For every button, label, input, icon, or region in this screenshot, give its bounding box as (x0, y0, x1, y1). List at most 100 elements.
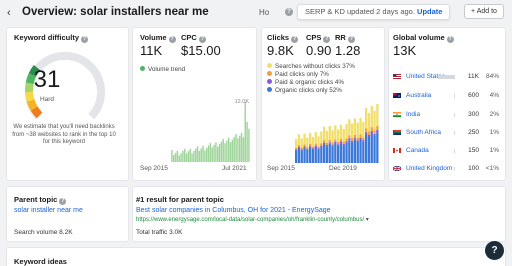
volume-trend-bar (217, 146, 219, 162)
clicks-stacked-bar (328, 142, 331, 144)
help-icon[interactable]: ? (198, 36, 206, 43)
clicks-stacked-bar (373, 135, 376, 163)
help-chat-button[interactable]: ? (485, 241, 504, 260)
country-name[interactable]: South Africa (406, 127, 441, 138)
clicks-stacked-bar (317, 148, 320, 150)
top-result-link[interactable]: Best solar companies in Columbus, OH for… (136, 207, 331, 214)
add-to-button[interactable]: + Add to (464, 4, 504, 19)
top-result-url[interactable]: https://www.energysage.com/local-data/so… (136, 216, 369, 223)
volume-trend-bar (202, 145, 204, 162)
au-flag-icon (393, 93, 401, 98)
clicks-stacked-bar (376, 104, 379, 126)
clicks-stacked-bar (351, 142, 354, 163)
clicks-legend-2: Paid & organic clicks 4% (267, 79, 344, 86)
clicks-stacked-bar (323, 142, 326, 145)
tooltip-text: SERP & KD updated 2 days ago. (305, 7, 415, 16)
clicks-stacked-bar (317, 136, 320, 147)
clicks-stacked-bar (356, 137, 359, 141)
help-icon[interactable]: ? (59, 198, 67, 205)
clicks-stacked-bar (339, 138, 343, 142)
clicks-stacked-bar (342, 141, 345, 144)
clicks-stacked-bar (300, 149, 303, 151)
help-icon[interactable]: ? (285, 8, 293, 16)
clicks-stacked-bar (359, 139, 362, 163)
clicks-stacked-bar (339, 141, 343, 144)
volume-title: Volume? (140, 33, 176, 43)
volume-range-end: Jul 2021 (222, 165, 247, 172)
legend-label: Paid & organic clicks 4% (275, 79, 344, 86)
cpc-value: $15.00 (181, 43, 221, 58)
clicks-stacked-bar (334, 143, 337, 163)
caret-down-icon[interactable]: ▾ (366, 217, 369, 223)
country-row-us[interactable]: United States 11K 84% (393, 71, 499, 82)
kd-note: We estimate that you'll need backlinks f… (12, 124, 116, 145)
update-tooltip: SERP & KD updated 2 days ago. Update (297, 4, 451, 20)
clicks-stacked-bar (359, 134, 362, 138)
clicks-stacked-bar (351, 123, 354, 139)
clicks-stacked-bar (331, 144, 334, 146)
volume-trend-bar (195, 148, 197, 162)
clicks-stacked-bar (311, 148, 315, 150)
top-result-url-text[interactable]: https://www.energysage.com/local-data/so… (136, 217, 364, 223)
help-icon[interactable]: ? (168, 36, 176, 43)
help-icon[interactable]: ? (291, 36, 299, 43)
volume-trend-bar (246, 122, 248, 162)
cps-title-text: CPS (306, 33, 322, 42)
help-icon[interactable]: ? (446, 36, 454, 43)
clicks-stacked-bar (328, 126, 331, 140)
volume-trend-bar (187, 151, 190, 162)
clicks-stacked-bar (328, 139, 331, 143)
country-pct: 4% (489, 92, 499, 99)
rr-value: 1.28 (335, 43, 361, 58)
chevron-left-icon[interactable]: ‹ (7, 7, 11, 19)
country-row-ca[interactable]: Canada 150 1% (393, 145, 499, 156)
clicks-range-end: Dec 2019 (329, 165, 357, 172)
clicks-legend-3: Organic clicks only 52% (267, 87, 342, 94)
clicks-stacked-bar (325, 146, 329, 163)
parent-topic-link[interactable]: solar installer near me (14, 207, 83, 214)
clicks-stacked-bar (345, 138, 348, 142)
country-name[interactable]: United Kingdom (406, 163, 452, 174)
clicks-title-text: Clicks (267, 33, 290, 42)
clicks-stacked-bar (367, 137, 371, 163)
country-name[interactable]: Australia (406, 90, 431, 101)
clicks-stacked-bar (314, 145, 317, 147)
clicks-stacked-bar (339, 143, 343, 163)
share-bar (454, 113, 455, 117)
country-name[interactable]: Canada (406, 145, 429, 156)
country-row-za[interactable]: South Africa 250 1% (393, 127, 499, 138)
keyword-ideas-card (7, 248, 505, 266)
parent-search-volume: Search volume 8.2K (14, 229, 73, 236)
clicks-stacked-bar (295, 150, 298, 163)
help-icon[interactable]: ? (323, 36, 331, 43)
volume-trend-bar (237, 138, 239, 162)
country-pct: 84% (485, 73, 499, 80)
country-name[interactable]: India (406, 109, 420, 120)
volume-value: 11K (140, 43, 163, 58)
clicks-stacked-bar (300, 150, 303, 163)
volume-trend-bar (215, 142, 217, 162)
volume-trend-bar (240, 132, 243, 162)
volume-trend-bar (171, 150, 173, 162)
country-volume: 100 (468, 165, 479, 172)
clicks-stacked-bar (320, 146, 323, 163)
clicks-stacked-bar (309, 144, 312, 147)
in-flag-icon (393, 112, 401, 117)
clicks-stacked-bar (295, 147, 298, 150)
country-row-in[interactable]: India 300 2% (393, 109, 499, 120)
clicks-stacked-bar (306, 137, 309, 148)
clicks-stacked-bar (337, 144, 340, 146)
clicks-stacked-bar (328, 143, 331, 163)
volume-ymax-label: 12.0K (235, 99, 250, 105)
clicks-stacked-bar (353, 139, 357, 163)
clicks-stacked-bar (348, 138, 351, 141)
legend-dot (267, 79, 272, 84)
country-row-gb[interactable]: United Kingdom 100 <1% (393, 163, 499, 174)
help-icon[interactable]: ? (347, 36, 355, 43)
country-row-au[interactable]: Australia 600 4% (393, 90, 499, 101)
clicks-stacked-bar (314, 146, 317, 163)
volume-trend-bar (193, 151, 195, 162)
clicks-stacked-bar (362, 137, 365, 141)
update-link[interactable]: Update (417, 7, 442, 16)
help-icon[interactable]: ? (81, 36, 89, 43)
